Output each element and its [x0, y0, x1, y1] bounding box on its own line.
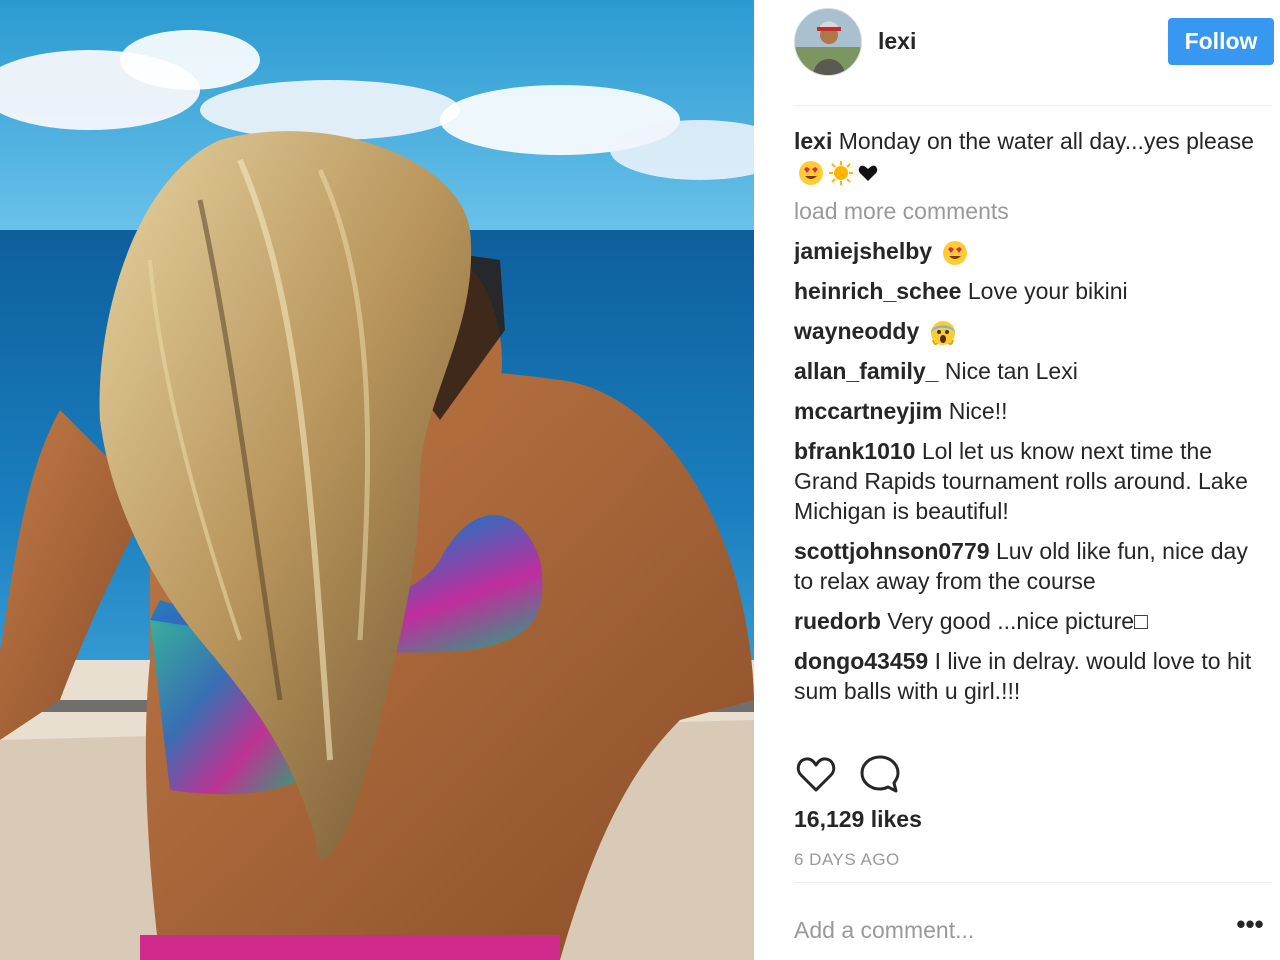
comment-item: allan_family_ Nice tan Lexi — [794, 356, 1254, 386]
post-actions — [794, 752, 994, 796]
black-heart-emoji-icon — [858, 164, 878, 182]
likes-count[interactable]: 16,129 likes — [794, 806, 922, 833]
comment-item: wayneoddy — [794, 316, 1254, 346]
post-caption: lexi Monday on the water all day...yes p… — [794, 126, 1254, 186]
post-header: lexi Follow — [794, 8, 1274, 76]
comments-list[interactable]: lexi Monday on the water all day...yes p… — [794, 126, 1254, 732]
load-more-comments-link[interactable]: load more comments — [794, 196, 1254, 226]
comment-username[interactable]: jamiejshelby — [794, 238, 932, 264]
comment-box-divider — [794, 882, 1272, 883]
comment-item: heinrich_schee Love your bikini — [794, 276, 1254, 306]
caption-username[interactable]: lexi — [794, 128, 832, 154]
post-details-panel: lexi Follow lexi Monday on the water all… — [754, 0, 1280, 960]
comment-username[interactable]: wayneoddy — [794, 318, 919, 344]
ellipsis-icon[interactable]: ••• — [1232, 911, 1268, 944]
comment-username[interactable]: heinrich_schee — [794, 278, 961, 304]
post-photo[interactable] — [0, 0, 754, 960]
comment-item: ruedorb Very good ...nice picture□ — [794, 606, 1254, 636]
post-username[interactable]: lexi — [878, 28, 916, 55]
avatar[interactable] — [794, 8, 862, 76]
heart-outline-icon[interactable] — [794, 752, 838, 796]
screaming-face-emoji-icon — [930, 320, 956, 346]
speech-bubble-icon[interactable] — [858, 752, 902, 796]
header-divider — [794, 105, 1272, 106]
comment-username[interactable]: ruedorb — [794, 608, 881, 634]
sun-emoji-icon — [828, 160, 854, 186]
comment-text: Nice tan Lexi — [944, 358, 1078, 384]
heart-eyes-emoji-icon — [798, 160, 824, 186]
comment-item: mccartneyjim Nice!! — [794, 396, 1254, 426]
comment-username[interactable]: scottjohnson0779 — [794, 538, 990, 564]
comment-text: Love your bikini — [967, 278, 1128, 304]
follow-button[interactable]: Follow — [1168, 18, 1274, 65]
comment-text: Nice!! — [948, 398, 1008, 424]
comment-username[interactable]: bfrank1010 — [794, 438, 915, 464]
comment-item: bfrank1010 Lol let us know next time the… — [794, 436, 1254, 526]
comment-item: scottjohnson0779 Luv old like fun, nice … — [794, 536, 1254, 596]
comment-username[interactable]: allan_family_ — [794, 358, 938, 384]
comment-item: dongo43459 I live in delray. would love … — [794, 646, 1254, 706]
comment-text: Very good ...nice picture□ — [887, 608, 1148, 634]
beach-photo-illustration — [0, 0, 754, 960]
comment-username[interactable]: dongo43459 — [794, 648, 928, 674]
avatar-image — [795, 9, 861, 75]
heart-eyes-emoji-icon — [942, 240, 968, 266]
post-timestamp[interactable]: 6 DAYS AGO — [794, 850, 900, 870]
caption-text: Monday on the water all day...yes please — [838, 128, 1254, 154]
add-comment-input[interactable] — [794, 912, 1214, 948]
comment-item: jamiejshelby — [794, 236, 1254, 266]
comment-username[interactable]: mccartneyjim — [794, 398, 942, 424]
